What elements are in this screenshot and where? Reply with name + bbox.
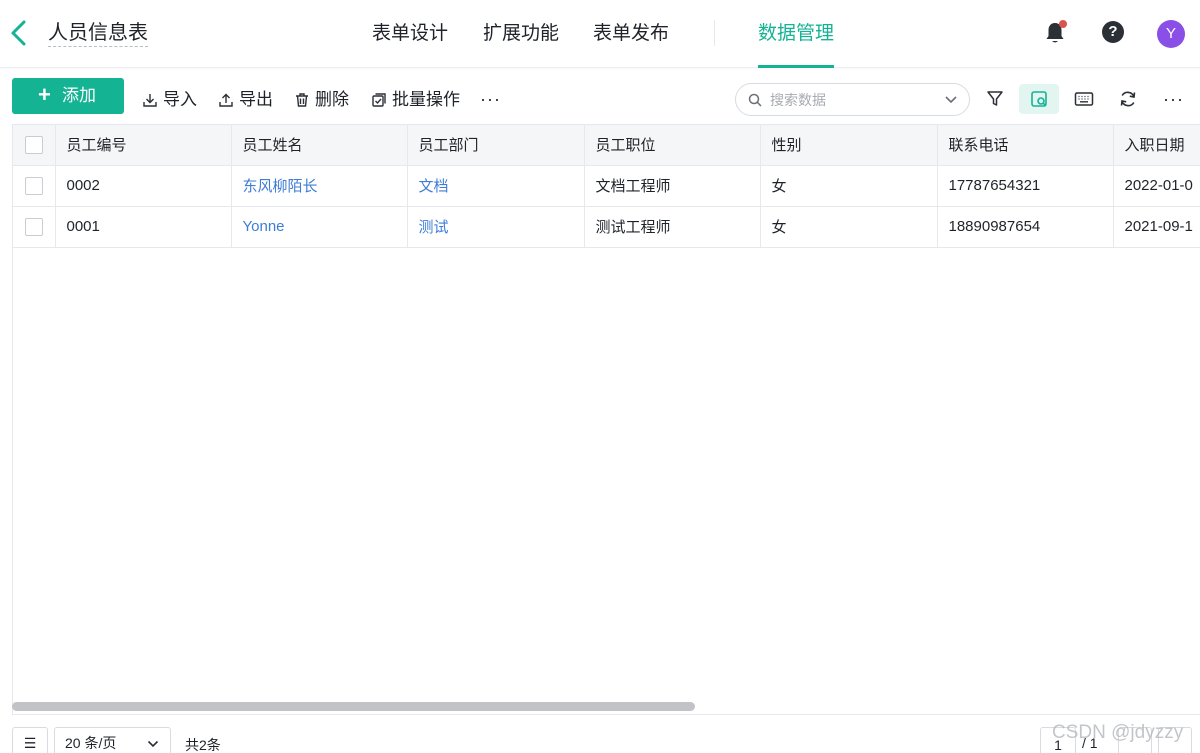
search-input[interactable]: [770, 90, 930, 110]
chevron-down-icon[interactable]: [944, 95, 958, 105]
table-cell-link[interactable]: 东风柳陌长: [231, 165, 408, 207]
batch-icon: [372, 93, 386, 107]
add-button-label: 添加: [62, 86, 96, 105]
column-header[interactable]: 员工部门: [407, 125, 585, 166]
download-icon: [143, 94, 157, 107]
form-title[interactable]: 人员信息表: [48, 20, 148, 47]
delete-label: 删除: [315, 90, 349, 109]
search-icon: [748, 93, 762, 107]
table-cell: 17787654321: [937, 165, 1114, 207]
watermark: CSDN @jdyzzy: [1052, 722, 1184, 743]
table-cell: 18890987654: [937, 206, 1114, 248]
table-cell: 测试工程师: [584, 206, 761, 248]
select-all-checkbox[interactable]: [25, 135, 43, 154]
table-cell-link[interactable]: 文档: [407, 165, 585, 207]
export-label: 导出: [239, 90, 273, 109]
column-header[interactable]: 入职日期: [1113, 125, 1200, 166]
page-size-select[interactable]: 20 条/页: [54, 727, 171, 753]
import-label: 导入: [163, 90, 197, 109]
table-cell: 2022-01-0: [1113, 165, 1200, 207]
table-cell: 女: [760, 206, 938, 248]
table-cell: 0002: [55, 165, 232, 207]
row-checkbox[interactable]: [25, 176, 43, 195]
page-size-value: 20 条/页: [65, 735, 117, 751]
select-all-cell: [13, 125, 56, 166]
row-select-cell: [13, 165, 56, 207]
table-row[interactable]: 0001 Yonne 测试 测试工程师 女 18890987654 2021-0…: [13, 206, 1200, 248]
total-count: 共2条: [185, 737, 221, 753]
notification-dot: [1059, 20, 1067, 28]
nav-divider: [714, 20, 715, 46]
column-header[interactable]: 员工编号: [55, 125, 232, 166]
table-cell-link[interactable]: Yonne: [231, 206, 408, 248]
more-options-button[interactable]: ···: [1163, 88, 1184, 110]
search-box[interactable]: [735, 83, 970, 116]
column-settings-icon[interactable]: ☰: [12, 727, 48, 753]
row-checkbox[interactable]: [25, 217, 43, 236]
plus-icon: +: [38, 82, 51, 107]
table-cell-link[interactable]: 测试: [407, 206, 585, 248]
avatar[interactable]: Y: [1157, 20, 1185, 48]
upload-icon: [219, 93, 233, 107]
table-cell: 女: [760, 165, 938, 207]
keyboard-icon[interactable]: [1064, 84, 1104, 114]
back-icon[interactable]: [8, 18, 30, 48]
table-row[interactable]: 0002 东风柳陌长 文档 文档工程师 女 17787654321 2022-0…: [13, 165, 1200, 207]
data-table: 员工编号 员工姓名 员工部门 员工职位 性别 联系电话 入职日期 0002 东风…: [12, 124, 1200, 715]
filter-icon[interactable]: [975, 84, 1015, 114]
row-select-cell: [13, 206, 56, 248]
refresh-icon[interactable]: [1108, 84, 1148, 114]
column-header[interactable]: 员工职位: [584, 125, 761, 166]
column-header[interactable]: 联系电话: [937, 125, 1114, 166]
table-cell: 2021-09-1: [1113, 206, 1200, 248]
tab-extensions[interactable]: 扩展功能: [483, 0, 559, 68]
tab-data-management[interactable]: 数据管理: [758, 0, 835, 68]
tab-form-publish[interactable]: 表单发布: [593, 0, 669, 68]
batch-operation-label: 批量操作: [392, 90, 460, 109]
horizontal-scrollbar[interactable]: [12, 702, 695, 711]
top-header: 人员信息表 表单设计 扩展功能 表单发布 数据管理 ? Y: [0, 0, 1200, 68]
column-header[interactable]: 性别: [760, 125, 938, 166]
add-button[interactable]: + 添加: [12, 78, 124, 114]
table-cell: 文档工程师: [584, 165, 761, 207]
tab-form-design[interactable]: 表单设计: [372, 0, 448, 68]
trash-icon: [296, 93, 308, 107]
card-view-icon[interactable]: [1019, 84, 1059, 114]
chevron-down-icon: [147, 740, 159, 748]
help-icon[interactable]: ?: [1102, 21, 1124, 43]
table-header-row: 员工编号 员工姓名 员工部门 员工职位 性别 联系电话 入职日期: [13, 125, 1200, 166]
table-cell: 0001: [55, 206, 232, 248]
more-actions-button[interactable]: ···: [480, 88, 501, 110]
column-header[interactable]: 员工姓名: [231, 125, 408, 166]
